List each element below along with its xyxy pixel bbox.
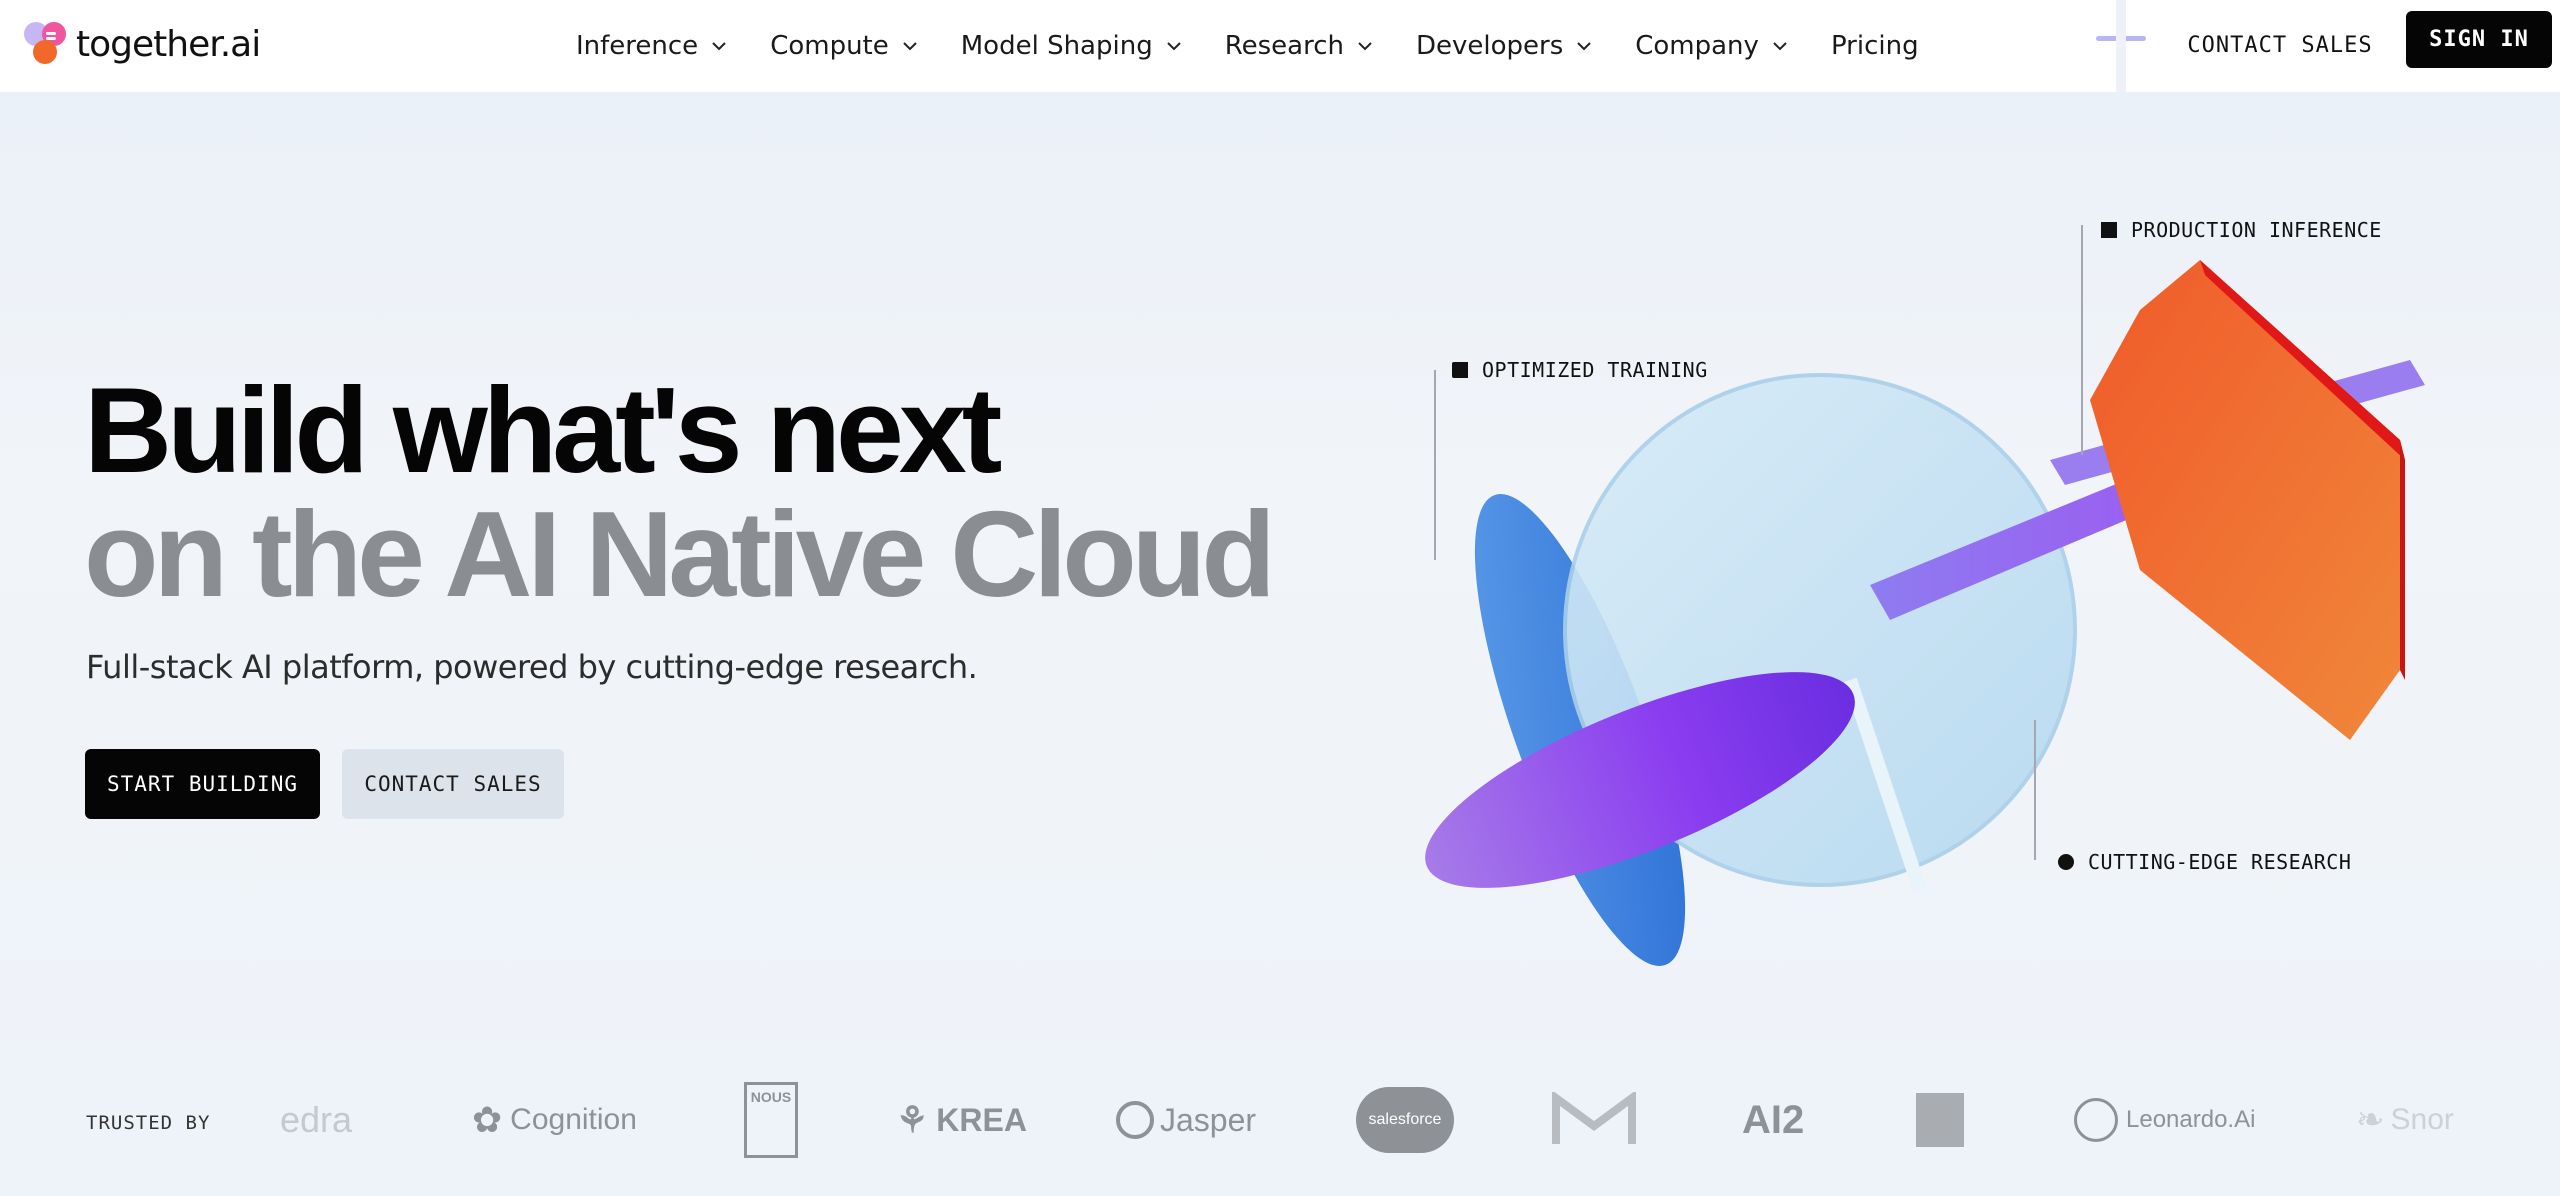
inference-marker-icon [2101,222,2117,238]
logo-jasper: Jasper [1116,1070,1256,1170]
chevron-down-icon [1773,42,1787,51]
jasper-smile-icon [1116,1101,1154,1139]
nav-pricing[interactable]: Pricing [1831,31,1919,61]
logo-leonardo: Leonardo.Ai [2074,1070,2255,1170]
nav-developers-label: Developers [1415,31,1564,61]
logo-tree-mark [1916,1070,1964,1170]
nav-model-shaping-label: Model Shaping [960,31,1153,61]
brand-logo[interactable]: together.ai [24,14,261,74]
m-logo-icon [1552,1092,1636,1144]
contact-sales-button[interactable]: CONTACT SALES [342,749,564,819]
label-production-inference-text: PRODUCTION INFERENCE [2131,218,2382,242]
nav-inference[interactable]: Inference [576,31,728,61]
chevron-down-icon [903,42,917,51]
abstract-shapes-graphic [1425,260,2425,966]
nav-company-label: Company [1635,31,1759,61]
hero-title-line2: on the AI Native Cloud [84,486,1276,622]
nav-company[interactable]: Company [1635,31,1789,61]
sign-in-button[interactable]: SIGN IN [2406,11,2552,68]
nav-compute[interactable]: Compute [770,31,919,61]
logo-ai2: AI2 [1742,1097,1805,1142]
tree-logo-icon [1916,1093,1964,1147]
nav-model-shaping[interactable]: Model Shaping [961,31,1183,61]
brand-name: together.ai [76,23,261,65]
trusted-by-label: TRUSTED BY [86,1112,211,1134]
hero-subtitle: Full-stack AI platform, powered by cutti… [86,648,978,686]
header-contact-sales-link[interactable]: CONTACT SALES [2170,26,2390,66]
snorkel-icon: ❧ [2356,1101,2385,1139]
logo-krea: ⚘ KREA [896,1099,1027,1140]
nav-developers[interactable]: Developers [1416,31,1593,61]
together-logo-icon [24,20,72,68]
training-marker-icon [1452,362,1468,378]
nav-research-label: Research [1224,31,1344,61]
logo-salesforce: salesforce [1356,1070,1454,1170]
hero-illustration [1330,200,2460,1000]
research-marker-icon [2058,854,2074,870]
customer-logos-strip: edra ✿ Cognition NOUS ⚘ KREA Jasper sale… [240,1070,2480,1170]
chevron-down-icon [1166,42,1181,51]
label-optimized-training: OPTIMIZED TRAINING [1452,358,1708,382]
nav-inference-label: Inference [576,31,699,61]
logo-cognition: ✿ Cognition [472,1099,637,1140]
chevron-down-icon [1577,42,1591,51]
header-divider [2116,0,2126,92]
main-nav: Inference Compute Model Shaping Research… [576,18,1961,74]
chevron-down-icon [1358,42,1372,51]
hero-title-line1: Build what's next [84,362,1002,498]
logo-snorkel: ❧ Snor [2356,1101,2454,1139]
nav-compute-label: Compute [770,31,889,61]
training-label-line [1434,370,1436,560]
cognition-flower-icon: ✿ [472,1099,503,1140]
start-building-button[interactable]: START BUILDING [85,749,320,819]
nav-pricing-label: Pricing [1830,31,1919,61]
label-optimized-training-text: OPTIMIZED TRAINING [1482,358,1708,382]
research-label-line [2034,720,2036,860]
leonardo-face-icon [2074,1098,2118,1142]
logo-m-mark [1552,1070,1636,1170]
label-cutting-edge-research-text: CUTTING-EDGE RESEARCH [2088,850,2352,874]
chevron-down-icon [712,42,726,51]
logo-edra: edra [280,1099,353,1140]
krea-mark-icon: ⚘ [896,1099,929,1140]
inference-label-line [2081,225,2083,455]
label-production-inference: PRODUCTION INFERENCE [2101,218,2382,242]
site-header: together.ai Inference Compute Model Shap… [0,0,2560,92]
logo-nous: NOUS [744,1070,798,1170]
nav-research[interactable]: Research [1225,31,1374,61]
label-cutting-edge-research: CUTTING-EDGE RESEARCH [2058,850,2351,874]
